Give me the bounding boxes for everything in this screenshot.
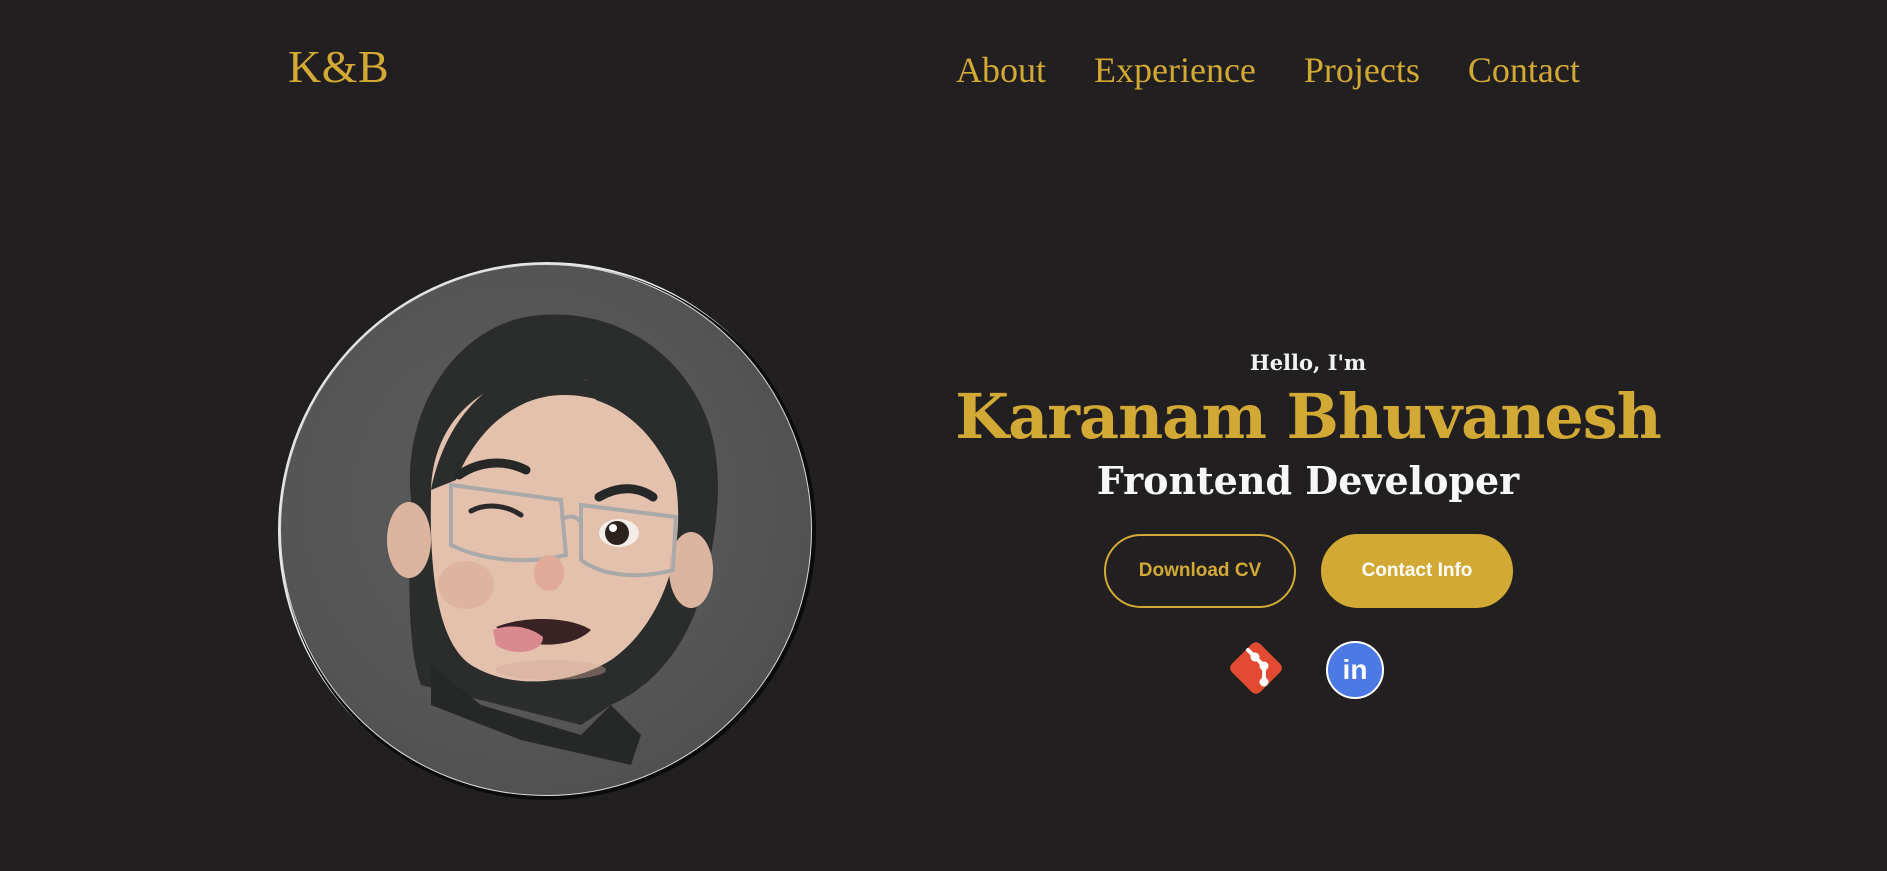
main-nav: About Experience Projects Contact (956, 52, 1580, 88)
linkedin-glyph: in (1342, 654, 1368, 685)
profile-picture (278, 262, 816, 800)
hero-buttons: Download CV Contact Info (1104, 534, 1513, 608)
memoji-avatar-image (387, 314, 718, 765)
git-icon[interactable] (1224, 636, 1288, 700)
nav-link-projects[interactable]: Projects (1304, 52, 1420, 88)
hero-greeting: Hello, I'm (1249, 350, 1367, 375)
site-logo[interactable]: K&B (288, 44, 389, 90)
contact-info-button[interactable]: Contact Info (1321, 534, 1513, 608)
linkedin-icon[interactable]: in (1326, 641, 1384, 699)
hero-section: Hello, I'm Karanam Bhuvanesh Frontend De… (908, 345, 1708, 509)
nav-link-experience[interactable]: Experience (1094, 52, 1256, 88)
nav-link-contact[interactable]: Contact (1468, 52, 1580, 88)
hero-name: Karanam Bhuvanesh (955, 380, 1662, 453)
page: K&B About Experience Projects Contact He… (0, 0, 1887, 871)
avatar (280, 264, 812, 796)
nav-link-about[interactable]: About (956, 52, 1046, 88)
download-cv-button[interactable]: Download CV (1104, 534, 1296, 608)
social-links: in (1224, 636, 1384, 700)
hero-role: Frontend Developer (1096, 458, 1520, 503)
